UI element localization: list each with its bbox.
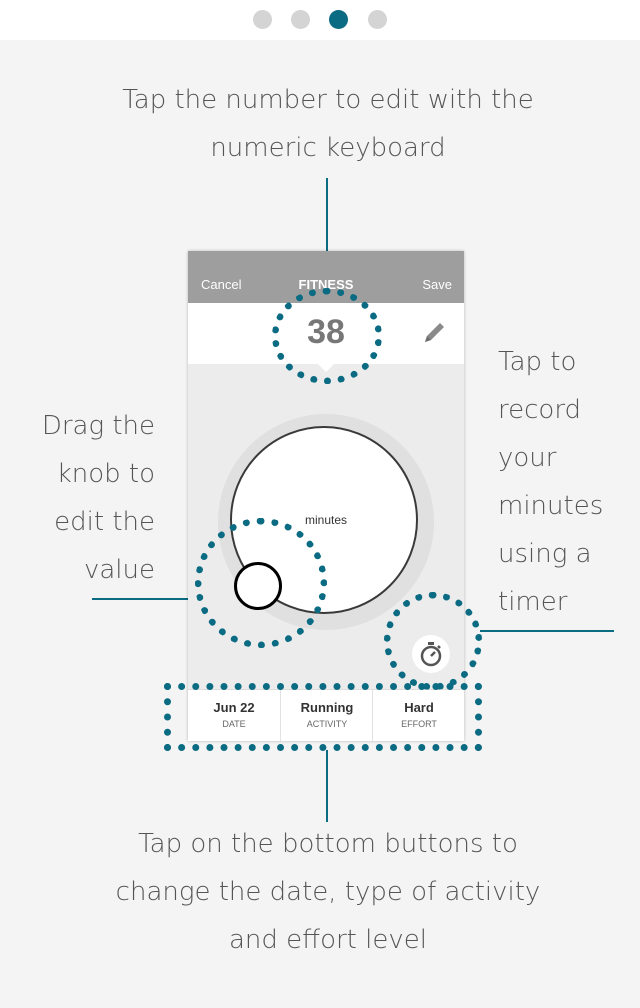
connector-line-left	[92, 598, 196, 600]
connector-line-right	[480, 630, 614, 632]
annotation-number-edit: Tap the number to edit with the numeric …	[122, 85, 534, 163]
page-dot-2[interactable]	[291, 10, 310, 29]
pencil-icon[interactable]	[420, 319, 448, 347]
highlight-ring-knob	[195, 518, 327, 648]
highlight-ring-timer	[384, 592, 482, 690]
connector-line-bottom	[326, 750, 328, 822]
annotation-timer: Tap to record your minutes using a timer	[498, 347, 604, 617]
pager-bar	[0, 0, 640, 40]
highlight-ring-number	[272, 288, 382, 384]
annotation-bottom-buttons: Tap on the bottom buttons to change the …	[115, 829, 541, 955]
page-dot-1[interactable]	[253, 10, 272, 29]
page-dot-4[interactable]	[368, 10, 387, 29]
page-dot-3-active[interactable]	[329, 10, 348, 29]
annotation-knob-drag: Drag the knob to edit the value	[41, 411, 155, 585]
page-indicator	[0, 10, 640, 30]
save-button[interactable]: Save	[422, 277, 452, 292]
highlight-rect-bottom-buttons	[164, 683, 482, 751]
